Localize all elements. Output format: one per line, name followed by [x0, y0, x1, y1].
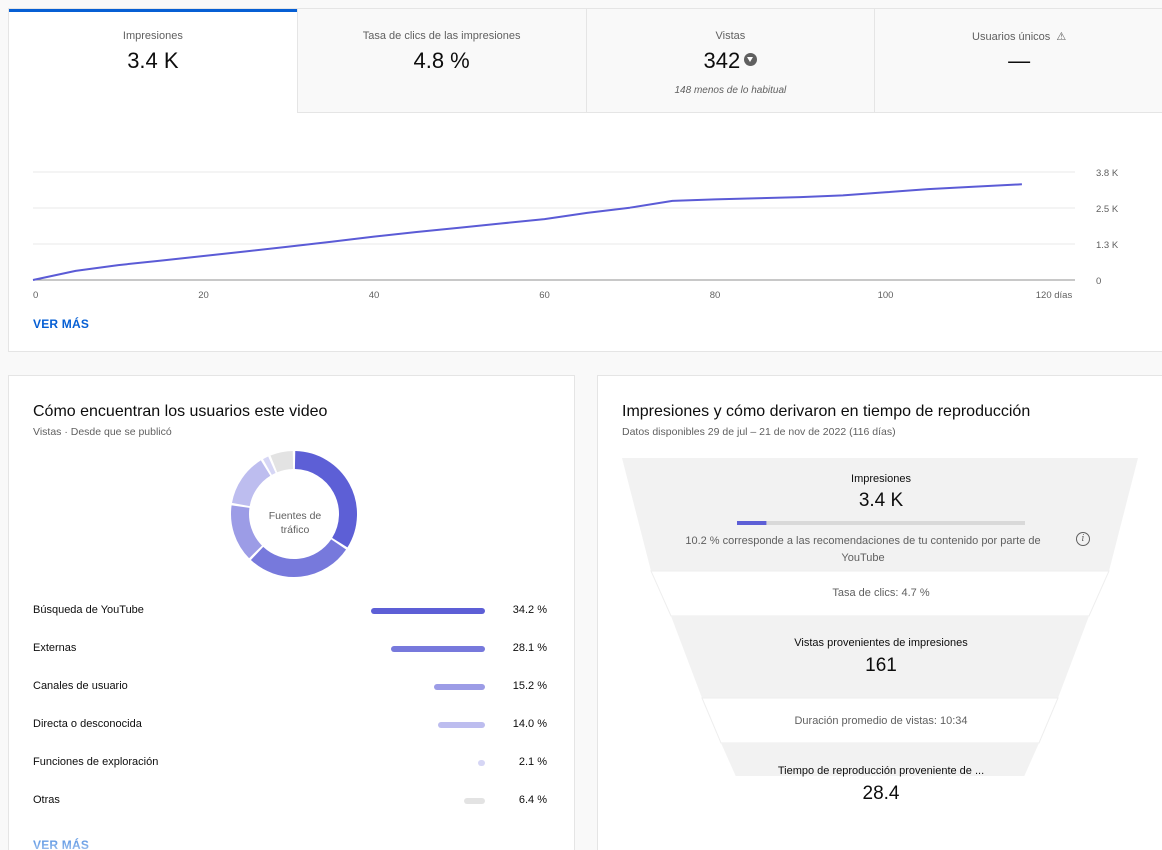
traffic-source-row[interactable]: Otras 6.4 %: [33, 791, 553, 811]
tab-value-wrap: 342: [587, 48, 875, 74]
traffic-source-label: Funciones de exploración: [33, 756, 159, 768]
traffic-source-row[interactable]: Funciones de exploración 2.1 %: [33, 753, 553, 773]
tab-value: 3.4 K: [127, 48, 179, 73]
tab-value: 342: [703, 48, 741, 73]
x-tick-label: 100: [878, 290, 894, 301]
tab-value: 4.8 %: [413, 48, 470, 73]
x-tick-label: 80: [710, 290, 721, 301]
x-tick-label: 20: [198, 290, 209, 301]
x-tick-label: 40: [369, 290, 380, 301]
watch-time-value: 28.4: [862, 783, 900, 804]
metrics-card: Impresiones 3.4 K Tasa de clics de las i…: [8, 8, 1162, 352]
impressions-series-line: [32, 183, 1022, 281]
traffic-source-row[interactable]: Canales de usuario 15.2 %: [33, 677, 553, 697]
traffic-source-row[interactable]: Directa o desconocida 14.0 %: [33, 715, 553, 735]
recommend-text-line-1: 10.2 % corresponde a las recomendaciones…: [685, 535, 1041, 547]
tab-impressions[interactable]: Impresiones 3.4 K: [9, 9, 298, 113]
y-tick-label: 2.5 K: [1096, 204, 1119, 215]
traffic-source-percent: 6.4 %: [518, 794, 547, 806]
traffic-source-percent: 34.2 %: [512, 604, 547, 616]
donut-slice[interactable]: [250, 539, 347, 577]
recommend-progress-fill: [737, 521, 767, 525]
see-more-link[interactable]: VER MÁS: [33, 317, 89, 331]
tab-value: —: [1008, 48, 1031, 73]
info-icon[interactable]: i: [1076, 532, 1090, 546]
views-value: 161: [865, 655, 897, 676]
warning-icon: ⚠: [1056, 31, 1067, 43]
tab-label: Tasa de clics de las impresiones: [362, 30, 521, 42]
y-tick-label: 0: [1096, 276, 1101, 287]
traffic-source-bar: [478, 760, 485, 766]
card-title: Cómo encuentran los usuarios este video: [33, 403, 328, 420]
tab-subtext: 148 menos de lo habitual: [674, 85, 787, 96]
traffic-source-label: Directa o desconocida: [33, 718, 142, 730]
traffic-source-bar: [463, 798, 485, 804]
y-tick-label: 3.8 K: [1096, 168, 1119, 179]
metric-tabs: Impresiones 3.4 K Tasa de clics de las i…: [9, 9, 1162, 113]
traffic-source-percent: 15.2 %: [512, 680, 547, 692]
bottom-fade: [9, 824, 574, 850]
x-tick-label: 60: [539, 290, 550, 301]
donut-slice[interactable]: [231, 460, 271, 507]
donut-slice[interactable]: [270, 451, 294, 473]
traffic-source-label: Externas: [33, 642, 77, 654]
traffic-source-percent: 14.0 %: [512, 718, 547, 730]
donut-slice[interactable]: [263, 456, 276, 475]
traffic-sources-card: Cómo encuentran los usuarios este video …: [8, 375, 575, 850]
traffic-source-bar: [391, 646, 485, 652]
traffic-source-bar: [434, 684, 485, 690]
tab-label: Usuarios únicos: [972, 31, 1051, 43]
y-tick-label: 1.3 K: [1096, 240, 1119, 251]
tab-unique-viewers[interactable]: Usuarios únicos ⚠ —: [875, 9, 1162, 113]
traffic-source-label: Otras: [33, 794, 60, 806]
x-tick-label: 0: [33, 290, 38, 301]
tab-label: Vistas: [715, 30, 746, 42]
traffic-source-bar: [438, 722, 485, 728]
donut-center-line-2: tráfico: [280, 524, 310, 536]
impressions-label: Impresiones: [851, 473, 911, 485]
impressions-line-chart: 0 1.3 K 2.5 K 3.8 K 0 20 40 60 80 100 120 días: [32, 168, 1119, 301]
traffic-source-percent: 28.1 %: [512, 642, 547, 654]
traffic-source-bar: [371, 608, 485, 614]
recommend-text: 10.2 % corresponde a las recomendaciones…: [638, 533, 1088, 567]
x-tick-label: 120 días: [1036, 290, 1073, 301]
donut-center-label: Fuentes de tráfico: [245, 509, 345, 537]
card-subtitle: Vistas · Desde que se publicó: [33, 426, 172, 438]
impressions-funnel-card: Impresiones y cómo derivaron en tiempo d…: [597, 375, 1162, 850]
traffic-source-row[interactable]: Búsqueda de YouTube 34.2 %: [33, 601, 553, 621]
see-more-link[interactable]: VER MÁS: [33, 838, 89, 850]
tab-ctr[interactable]: Tasa de clics de las impresiones 4.8 %: [297, 9, 587, 113]
recommend-progress-track: [737, 521, 1025, 525]
tab-views[interactable]: Vistas 342 148 menos de lo habitual: [586, 9, 876, 113]
ctr-label: Tasa de clics: 4.7 %: [832, 587, 930, 599]
traffic-source-row[interactable]: Externas 28.1 %: [33, 639, 553, 659]
tab-label: Impresiones: [122, 30, 183, 42]
views-label: Vistas provenientes de impresiones: [794, 637, 968, 649]
watch-time-label: Tiempo de reproducción proveniente de ..…: [777, 765, 985, 777]
recommend-text-line-2: YouTube: [841, 552, 885, 564]
avg-duration-label: Duración promedio de vistas: 10:34: [794, 715, 968, 727]
impressions-value: 3.4 K: [858, 490, 904, 511]
traffic-source-label: Búsqueda de YouTube: [33, 604, 144, 616]
traffic-source-label: Canales de usuario: [33, 680, 128, 692]
donut-center-line-1: Fuentes de: [268, 510, 322, 522]
tab-label-wrap: Usuarios únicos ⚠: [875, 30, 1162, 43]
arrow-down-icon: [744, 53, 758, 66]
traffic-source-percent: 2.1 %: [518, 756, 547, 768]
